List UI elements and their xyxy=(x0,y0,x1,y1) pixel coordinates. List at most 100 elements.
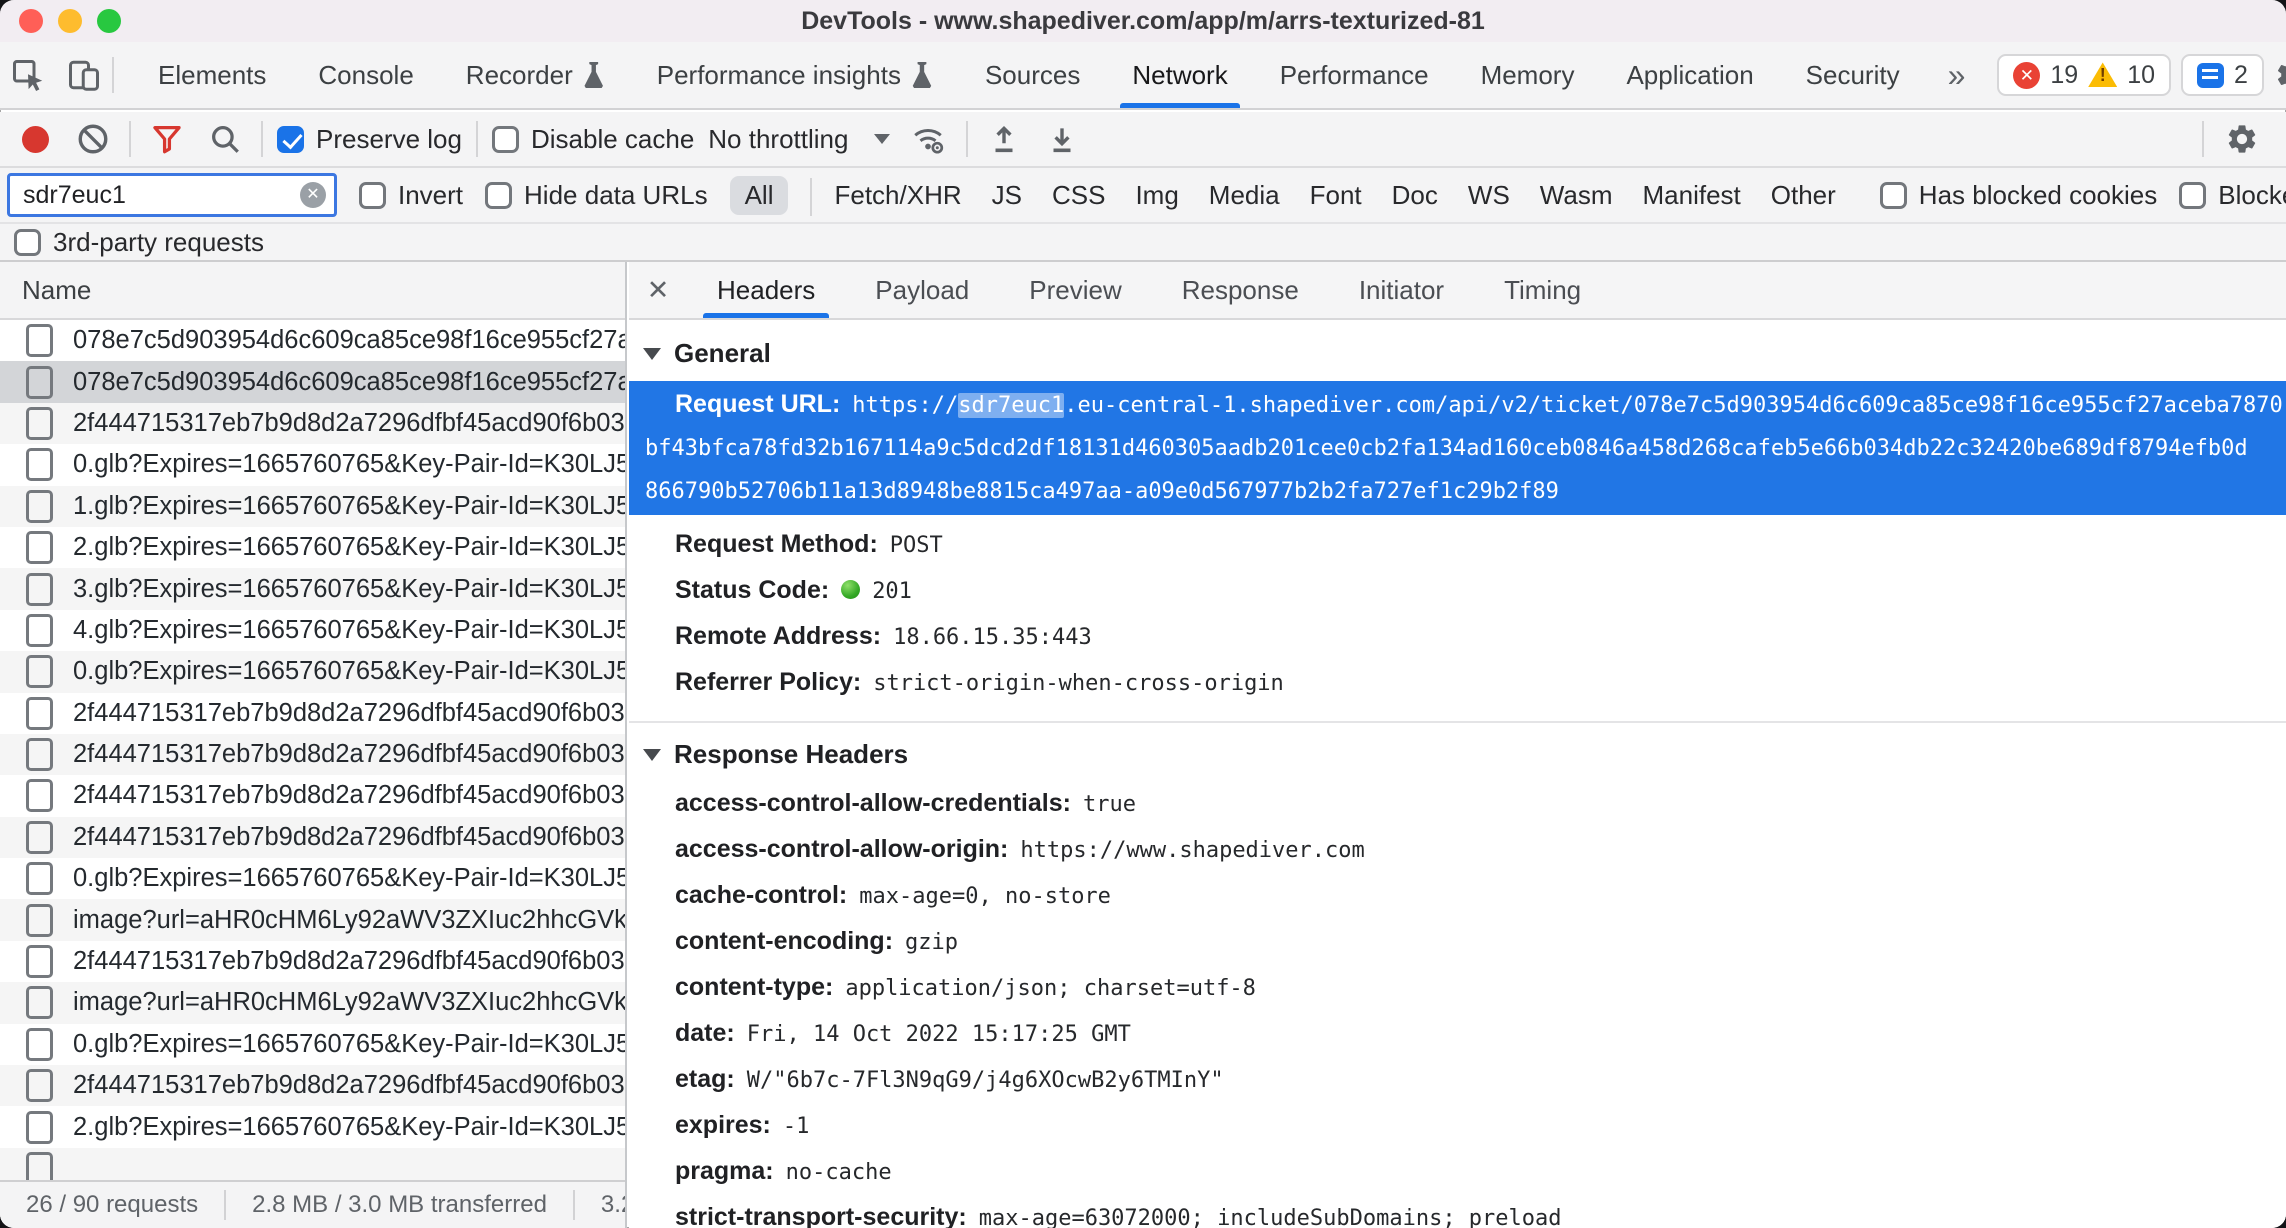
detail-tab[interactable]: Timing xyxy=(1474,262,1611,318)
response-header-row[interactable]: content-type:application/json; charset=u… xyxy=(629,966,2286,1012)
request-row[interactable]: 2.glb?Expires=1665760765&Key-Pair-Id=K30… xyxy=(0,527,625,568)
response-header-row[interactable]: pragma:no-cache xyxy=(629,1150,2286,1196)
request-row[interactable]: image?url=aHR0cHM6Ly92aWV3ZXIuc2hhcGVka.… xyxy=(0,982,625,1023)
detail-tab[interactable]: Initiator xyxy=(1329,262,1474,318)
request-row[interactable]: 2f444715317eb7b9d8d2a7296dfbf45acd90f6b0… xyxy=(0,693,625,734)
panel-tab[interactable]: Network xyxy=(1106,42,1253,108)
invert-checkbox[interactable] xyxy=(359,182,386,209)
panel-tab[interactable]: Performance xyxy=(1254,42,1455,108)
resource-type-filter[interactable]: All xyxy=(730,176,789,215)
panel-tab[interactable]: Application xyxy=(1600,42,1779,108)
request-row[interactable]: 0.glb?Expires=1665760765&Key-Pair-Id=K30… xyxy=(0,1024,625,1065)
zoom-window-button[interactable] xyxy=(97,9,121,33)
resource-type-filter[interactable]: CSS xyxy=(1052,180,1105,211)
request-row[interactable]: 2f444715317eb7b9d8d2a7296dfbf45acd90f6b0… xyxy=(0,403,625,444)
import-har-button[interactable] xyxy=(982,117,1026,161)
response-header-row[interactable]: strict-transport-security:max-age=630720… xyxy=(629,1196,2286,1228)
request-row[interactable]: 078e7c5d903954d6c609ca85ce98f16ce955cf27… xyxy=(0,361,625,402)
has-blocked-cookies-toggle[interactable]: Has blocked cookies xyxy=(1880,180,2157,211)
request-row[interactable]: 1.glb?Expires=1665760765&Key-Pair-Id=K30… xyxy=(0,486,625,527)
request-row[interactable]: 2f444715317eb7b9d8d2a7296dfbf45acd90f6b0… xyxy=(0,1065,625,1106)
general-row[interactable]: Referrer Policy:strict-origin-when-cross… xyxy=(629,661,2286,707)
blocked-requests-checkbox[interactable] xyxy=(2179,182,2206,209)
resource-type-filter[interactable]: Img xyxy=(1135,180,1178,211)
clear-network-log-button[interactable] xyxy=(71,117,115,161)
request-row[interactable] xyxy=(0,1148,625,1180)
request-row[interactable]: 2f444715317eb7b9d8d2a7296dfbf45acd90f6b0… xyxy=(0,775,625,816)
general-row[interactable]: Remote Address:18.66.15.35:443 xyxy=(629,615,2286,661)
general-section-header[interactable]: General xyxy=(629,322,2286,381)
device-toolbar-button[interactable] xyxy=(56,47,112,103)
record-network-log-button[interactable] xyxy=(22,126,49,153)
detail-tab[interactable]: Payload xyxy=(845,262,999,318)
disable-cache-toggle[interactable]: Disable cache xyxy=(492,124,694,155)
export-har-button[interactable] xyxy=(1040,117,1084,161)
request-row[interactable]: image?url=aHR0cHM6Ly92aWV3ZXIuc2hhcGVka.… xyxy=(0,899,625,940)
panel-tab[interactable]: Performance insights xyxy=(631,42,959,108)
blocked-requests-toggle[interactable]: Blocked Requests xyxy=(2179,180,2286,211)
console-errors-warnings-badge[interactable]: ✕ 19 10 xyxy=(1997,54,2171,96)
detail-tab[interactable]: Headers xyxy=(687,262,845,318)
close-window-button[interactable] xyxy=(19,9,43,33)
hide-data-urls-toggle[interactable]: Hide data URLs xyxy=(485,180,708,211)
resource-type-filter[interactable]: JS xyxy=(992,180,1022,211)
response-headers-section-header[interactable]: Response Headers xyxy=(629,723,2286,782)
general-row[interactable]: Status Code:201 xyxy=(629,569,2286,615)
detail-tab[interactable]: Response xyxy=(1152,262,1329,318)
request-row[interactable]: 2f444715317eb7b9d8d2a7296dfbf45acd90f6b0… xyxy=(0,941,625,982)
has-blocked-cookies-checkbox[interactable] xyxy=(1880,182,1907,209)
panel-tab[interactable]: Elements xyxy=(132,42,292,108)
network-settings-button[interactable] xyxy=(2220,117,2264,161)
request-url-selected-block[interactable]: Request URL:https://sdr7euc1.eu-central-… xyxy=(629,381,2286,515)
resource-type-filter[interactable]: Wasm xyxy=(1540,180,1613,211)
resource-type-filter[interactable]: WS xyxy=(1468,180,1510,211)
response-header-row[interactable]: date:Fri, 14 Oct 2022 15:17:25 GMT xyxy=(629,1012,2286,1058)
request-row[interactable]: 2f444715317eb7b9d8d2a7296dfbf45acd90f6b0… xyxy=(0,734,625,775)
invert-toggle[interactable]: Invert xyxy=(359,180,463,211)
network-conditions-button[interactable] xyxy=(904,117,952,161)
request-row[interactable]: 078e7c5d903954d6c609ca85ce98f16ce955cf27… xyxy=(0,320,625,361)
detail-tab[interactable]: Preview xyxy=(999,262,1151,318)
panel-tab[interactable]: Security xyxy=(1780,42,1926,108)
response-header-row[interactable]: access-control-allow-origin:https://www.… xyxy=(629,828,2286,874)
resource-type-filter[interactable]: Doc xyxy=(1392,180,1438,211)
filter-input[interactable] xyxy=(10,181,280,210)
response-header-row[interactable]: access-control-allow-credentials:true xyxy=(629,782,2286,828)
general-row[interactable]: Request Method:POST xyxy=(629,523,2286,569)
panel-tab[interactable]: Recorder xyxy=(440,42,631,108)
request-row[interactable]: 2.glb?Expires=1665760765&Key-Pair-Id=K30… xyxy=(0,1106,625,1147)
panel-tab[interactable]: Memory xyxy=(1455,42,1601,108)
request-row[interactable]: 3.glb?Expires=1665760765&Key-Pair-Id=K30… xyxy=(0,568,625,609)
name-column-header[interactable]: Name xyxy=(0,262,625,320)
disable-cache-checkbox[interactable] xyxy=(492,126,519,153)
request-row[interactable]: 2f444715317eb7b9d8d2a7296dfbf45acd90f6b0… xyxy=(0,817,625,858)
clear-filter-icon[interactable]: ✕ xyxy=(300,182,326,208)
request-row[interactable]: 0.glb?Expires=1665760765&Key-Pair-Id=K30… xyxy=(0,858,625,899)
preserve-log-checkbox[interactable] xyxy=(277,126,304,153)
more-tabs-button[interactable]: » xyxy=(1926,57,1988,94)
panel-tab[interactable]: Sources xyxy=(959,42,1106,108)
resource-type-filter[interactable]: Media xyxy=(1209,180,1280,211)
panel-tab[interactable]: Console xyxy=(292,42,439,108)
issues-badge[interactable]: 2 xyxy=(2181,54,2264,96)
resource-type-filter[interactable]: Other xyxy=(1771,180,1836,211)
request-row[interactable]: 4.glb?Expires=1665760765&Key-Pair-Id=K30… xyxy=(0,610,625,651)
search-button[interactable] xyxy=(203,117,247,161)
third-party-toggle[interactable]: 3rd-party requests xyxy=(14,227,264,258)
close-detail-button[interactable]: ✕ xyxy=(629,262,687,318)
resource-type-filter[interactable]: Manifest xyxy=(1643,180,1741,211)
inspect-element-button[interactable] xyxy=(0,47,56,103)
response-header-row[interactable]: content-encoding:gzip xyxy=(629,920,2286,966)
resource-type-filter[interactable]: Fetch/XHR xyxy=(834,180,961,211)
third-party-checkbox[interactable] xyxy=(14,229,41,256)
settings-button[interactable] xyxy=(2264,47,2286,103)
request-row[interactable]: 0.glb?Expires=1665760765&Key-Pair-Id=K30… xyxy=(0,651,625,692)
filter-toggle-button[interactable] xyxy=(145,117,189,161)
hide-data-urls-checkbox[interactable] xyxy=(485,182,512,209)
throttling-select[interactable]: No throttling xyxy=(708,124,890,155)
preserve-log-toggle[interactable]: Preserve log xyxy=(277,124,462,155)
request-row[interactable]: 0.glb?Expires=1665760765&Key-Pair-Id=K30… xyxy=(0,444,625,485)
resource-type-filter[interactable]: Font xyxy=(1310,180,1362,211)
response-header-row[interactable]: expires:-1 xyxy=(629,1104,2286,1150)
response-header-row[interactable]: etag:W/"6b7c-7Fl3N9qG9/j4g6XOcwB2y6TMInY… xyxy=(629,1058,2286,1104)
